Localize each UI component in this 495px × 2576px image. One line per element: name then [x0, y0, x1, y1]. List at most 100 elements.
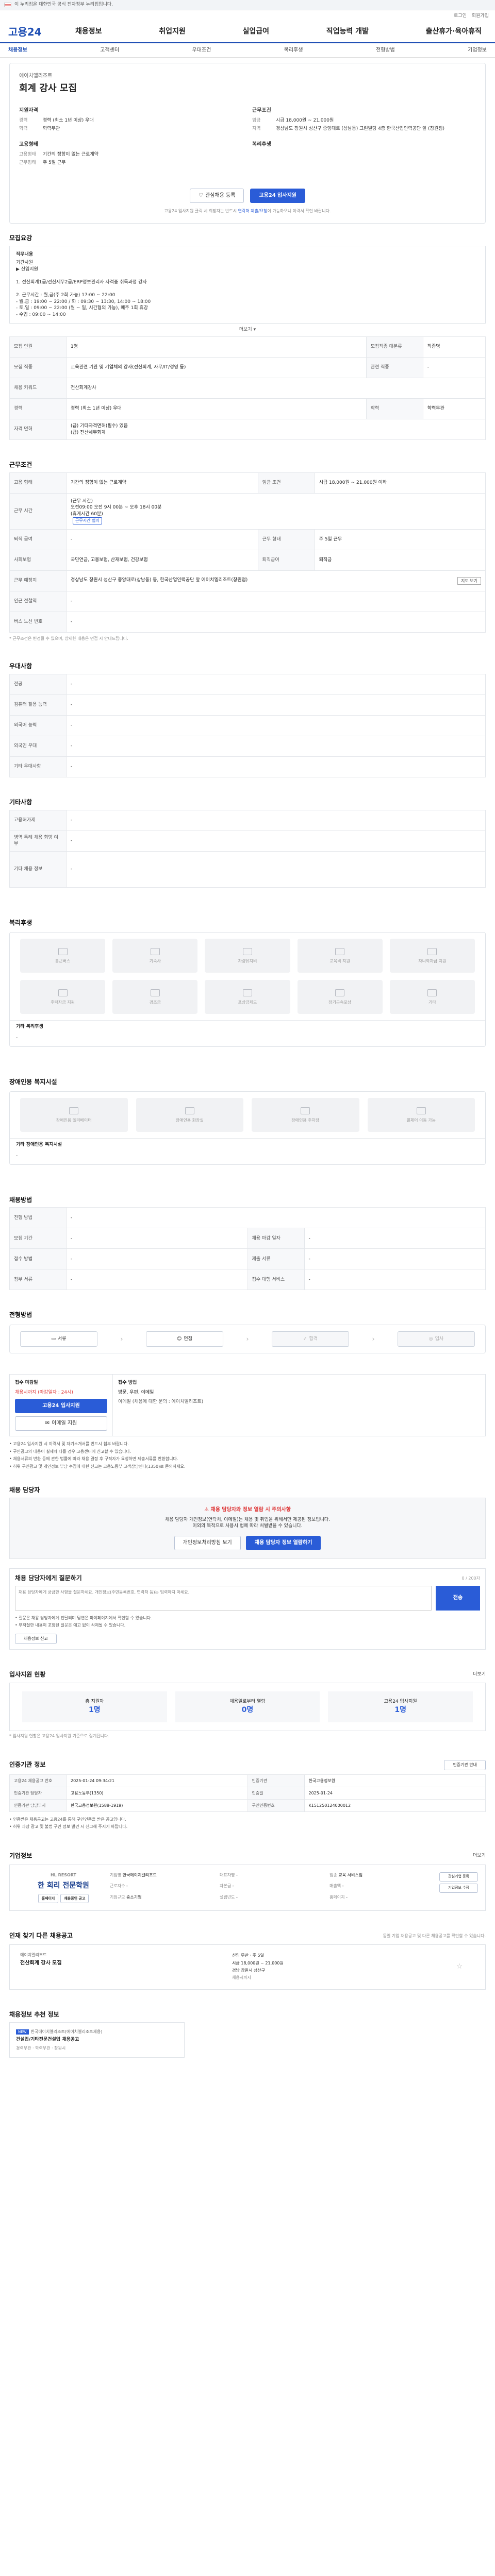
- apply-button[interactable]: 고용24 입사지원: [250, 188, 305, 203]
- map-button[interactable]: 지도 보기: [457, 577, 481, 585]
- process-step: ▭ 서류: [20, 1331, 97, 1347]
- company-jobs-button[interactable]: 채용중인 공고: [60, 1894, 89, 1904]
- arrow-right-icon: ›: [120, 1335, 123, 1343]
- manager-title: 채용 담당자: [9, 1486, 40, 1494]
- welfare-item: 기타: [389, 980, 475, 1014]
- qa-input[interactable]: [15, 1585, 432, 1611]
- pass-icon: ✓: [303, 1336, 307, 1342]
- main-menu: 채용정보 취업지원 실업급여 직업능력 개발 출산휴가·육아휴직: [70, 27, 487, 37]
- company-fields: 기업명 한국에이치엘리조트 대표자명 - 업종 교육 서비스업 근로자수 - 자…: [110, 1872, 363, 1900]
- apply-panel: 접수 마감일 채용시까지 (마감일자 : 24시) 고용24 입사지원 ✉ 이메일…: [9, 1374, 486, 1437]
- welfare-sub-body: -: [16, 1035, 18, 1041]
- menu-item-leave[interactable]: 출산휴가·육아휴직: [421, 27, 487, 37]
- info-button[interactable]: 인증기관 안내: [444, 1759, 486, 1770]
- welfare-item: 주택자금 지원: [20, 980, 106, 1014]
- process-steps: ▭ 서류 › ☺ 면접 › ✓ 합격 › ◎ 입사: [9, 1325, 486, 1354]
- other-job-title[interactable]: 전산회계 강사 모집: [20, 1960, 232, 1967]
- menu-item-jobs[interactable]: 채용정보: [70, 27, 107, 37]
- duty-more[interactable]: 더보기 ▾: [9, 327, 486, 333]
- menu-item-benefits[interactable]: 실업급여: [238, 27, 275, 37]
- tab-process[interactable]: 전형방법: [376, 47, 395, 54]
- stat-total: 총 지원자 1명: [22, 1691, 167, 1723]
- welfare-grid: 통근버스 기숙사 차량유지비 교육비 지원 자녀학자금 지원 주택자금 지원 경…: [10, 933, 485, 1020]
- hero-actions: ♡ 관심채용 등록 고용24 입사지원: [19, 188, 476, 203]
- qa-submit-button[interactable]: 전송: [436, 1585, 480, 1611]
- menu-item-support[interactable]: 취업지원: [154, 27, 191, 37]
- company-more[interactable]: 더보기: [473, 1853, 486, 1859]
- method-label: 접수 방법: [118, 1380, 137, 1386]
- edit-company-button[interactable]: 기업정보 수정: [439, 1883, 478, 1893]
- other-job-card[interactable]: 에이치엘리조트 전산회계 강사 모집 신입 무관 · 주 5일 시급 18,00…: [9, 1944, 486, 1990]
- apply-panel-button[interactable]: 고용24 입사지원: [15, 1399, 107, 1414]
- tab-company[interactable]: 기업정보: [468, 47, 487, 54]
- star-icon[interactable]: ☆: [456, 1962, 463, 1972]
- company-home-button[interactable]: 홈페이지: [38, 1894, 59, 1904]
- manager-alert: ⚠ 채용 담당자와 정보 열람 시 주의사항 채용 담당자 개인정보(연락처, …: [9, 1497, 486, 1559]
- job-title: 회계 강사 모집: [19, 83, 77, 94]
- other-company: 에이치엘리조트: [20, 1953, 47, 1958]
- view-manager-button[interactable]: 채용 담당자 정보 열람하기: [245, 1535, 321, 1550]
- book-icon: [335, 947, 345, 955]
- heart-icon: ♡: [199, 192, 203, 198]
- hire-table: 고용허가제 - 병역 특례 채용 희망 여부 - 기타 채용 정보 -: [9, 809, 486, 888]
- process-step: ◎ 입사: [398, 1331, 475, 1347]
- status-title: 입사지원 현황: [9, 1670, 46, 1678]
- tab-service[interactable]: 고객센터: [100, 47, 119, 54]
- method-title: 채용방법: [9, 1196, 32, 1204]
- disabled-item: 장애인용 엘리베이터: [20, 1098, 128, 1132]
- qa-notes: • 질문은 채용 담당자에게 전달되며 답변은 마이페이지에서 확인할 수 있습…: [15, 1615, 152, 1628]
- privacy-button[interactable]: 개인정보처리방침 보기: [174, 1535, 241, 1550]
- deadline-title: 접수 마감일: [15, 1380, 38, 1386]
- interest-button[interactable]: ♡ 관심채용 등록: [190, 188, 244, 203]
- status-stats: 총 지원자 1명 채용일로부터 열람 0명 고용24 입사지원 1명: [9, 1683, 486, 1732]
- apply-bullets: • 고용24 입사지원 시 이력서 및 자기소개서를 반드시 첨부 바랍니다. …: [9, 1442, 186, 1469]
- disabled-sub-body: -: [16, 1153, 18, 1159]
- email-apply-button[interactable]: ✉ 이메일 지원: [15, 1416, 107, 1431]
- report-button[interactable]: 채용정보 신고: [15, 1633, 57, 1644]
- new-title: 채용정보 추천 정보: [9, 2010, 59, 2018]
- new-job-meta: 경력무관 · 학력무관 · 창원시: [16, 2045, 66, 2050]
- emp-title: 고용형태: [19, 142, 38, 148]
- utility-bar: 로그인 회원가입: [0, 10, 495, 22]
- duty-box: 직무내용 기간사원 ▶ 신입지원 1. 전산회계1급/전산세무2급/ERP정보관리…: [9, 245, 486, 324]
- info-notes: • 인증받은 채용공고는 고용24를 통해 구인인증을 받은 공고입니다. • …: [9, 1817, 128, 1829]
- stat-viewed: 채용일로부터 열람 0명: [175, 1691, 320, 1723]
- work-note: * 근무조건은 변경될 수 있으며, 상세한 내용은 면접 시 안내드립니다.: [9, 636, 128, 641]
- disabled-title: 장애인용 복지시설: [9, 1078, 57, 1086]
- mail-icon: ✉: [45, 1420, 50, 1427]
- gov-banner: 이 누리집은 대한민국 공식 전자정부 누리집입니다.: [0, 0, 495, 10]
- restroom-icon: [185, 1107, 194, 1114]
- welfare-title: 복리후생: [9, 919, 32, 926]
- new-job-card[interactable]: NEW 한국에이치엘리조트(에이치엘리조트채용) 건설업/기타전문건설업 채용공고…: [9, 2022, 185, 2058]
- tab-welfare[interactable]: 복리후생: [284, 47, 303, 54]
- work-title: 근무조건: [9, 461, 32, 469]
- login-link[interactable]: 로그인: [454, 13, 467, 20]
- tab-preference[interactable]: 우대조건: [192, 47, 211, 54]
- deadline-value: 채용시까지 (마감일자 : 24시): [15, 1389, 73, 1395]
- warning-icon: ⚠: [204, 1506, 209, 1513]
- company-card: HL RESORT 한 회리 전문학원 홈페이지 채용중인 공고 기업명 한국에…: [9, 1864, 486, 1911]
- pref-table: 전공 - 컴퓨터 활용 능력 - 외국어 능력 - 외국인 우대 - 기타 우대사항 -: [9, 673, 486, 777]
- qa-count: 0 / 200자: [461, 1575, 480, 1581]
- disabled-item: 장애인용 화장실: [136, 1098, 243, 1132]
- bus-icon: [58, 947, 68, 955]
- status-more[interactable]: 더보기: [473, 1671, 486, 1678]
- recruit-table: 모집 인원 1명 모집직종 대분류 직종명 모집 직종 교육관련 기관 및 기업체의 강…: [9, 336, 486, 440]
- join-link[interactable]: 회원가입: [472, 13, 489, 20]
- cond-title: 근무조건: [252, 108, 271, 114]
- site-logo[interactable]: 고용24: [8, 25, 70, 39]
- new-job-title[interactable]: 건설업/기타전문건설업 채용공고: [16, 2037, 178, 2043]
- pref-title: 우대사항: [9, 663, 32, 670]
- duty-label: 직무내용: [16, 251, 34, 257]
- elevator-icon: [69, 1107, 79, 1114]
- summary-grid: 지원자격 경력 경력 (최소 1년 이상) 우대 학력 학력무관 고용형태 고용형태…: [19, 104, 476, 167]
- tab-recruit[interactable]: 채용정보: [8, 47, 27, 54]
- info-title: 인증기관 정보: [9, 1761, 46, 1769]
- follow-company-button[interactable]: 관심기업 등록: [439, 1872, 478, 1882]
- welfare-item: 통근버스: [20, 939, 106, 973]
- menu-item-training[interactable]: 직업능력 개발: [321, 27, 374, 37]
- gov-banner-text: 이 누리집은 대한민국 공식 전자정부 누리집입니다.: [14, 2, 113, 8]
- welfare-item: 경조금: [112, 980, 198, 1014]
- parking-icon: [301, 1107, 310, 1114]
- welfare-summary-title: 복리후생: [252, 142, 271, 148]
